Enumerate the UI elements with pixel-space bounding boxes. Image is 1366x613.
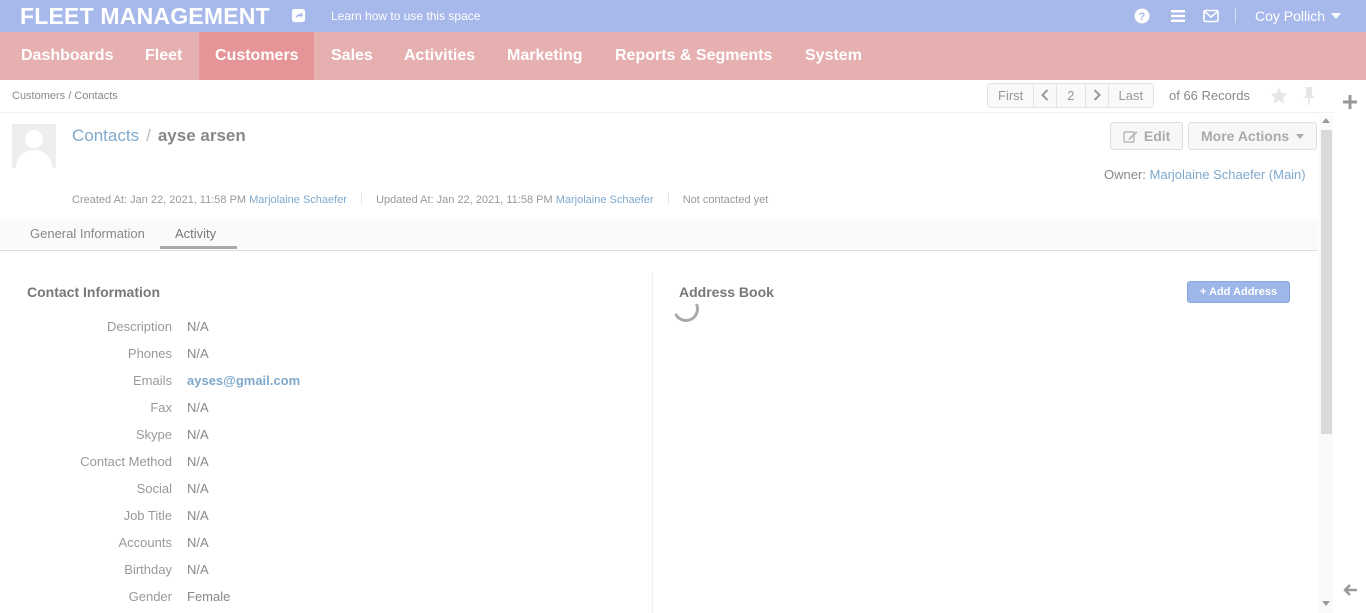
field-value-accounts: N/A: [187, 535, 209, 550]
plus-icon[interactable]: [1342, 94, 1358, 110]
user-silhouette-icon: [12, 124, 56, 168]
svg-text:?: ?: [1139, 11, 1146, 23]
nav-system[interactable]: System: [789, 32, 878, 80]
tab-activity[interactable]: Activity: [175, 226, 216, 241]
field-value-gender: Female: [187, 589, 231, 604]
nav-dashboards[interactable]: Dashboards: [5, 32, 129, 80]
record-meta: Created At: Jan 22, 2021, 11:58 PM Marjo…: [72, 193, 768, 206]
owner-label: Owner:: [1104, 167, 1146, 182]
chevron-right-icon: [1093, 89, 1101, 101]
menu-icon[interactable]: [1170, 8, 1186, 24]
topbar-divider: [1235, 8, 1236, 23]
caret-down-icon: [1296, 134, 1305, 139]
nav-reports-segments[interactable]: Reports & Segments: [599, 32, 788, 80]
more-actions-label: More Actions: [1201, 128, 1290, 144]
meta-divider: [667, 193, 669, 204]
learn-how-link[interactable]: Learn how to use this space: [331, 9, 480, 23]
pager-next-button[interactable]: [1085, 84, 1109, 107]
chevron-left-icon: [1041, 89, 1049, 101]
field-label-birthday: Birthday: [124, 562, 172, 577]
nav-activities[interactable]: Activities: [388, 32, 491, 80]
contact-name: ayse arsen: [157, 126, 246, 145]
owner-unit-link[interactable]: (Main): [1269, 167, 1306, 182]
mail-icon[interactable]: [1203, 8, 1219, 24]
field-label-skype: Skype: [135, 427, 172, 442]
records-count: of 66 Records: [1169, 88, 1250, 103]
breadcrumb-row: Customers / Contacts First 2 Last of 66 …: [0, 80, 1366, 113]
contact-information-title: Contact Information: [27, 284, 160, 300]
breadcrumb: Customers / Contacts: [12, 90, 118, 102]
field-label-gender: Gender: [128, 589, 172, 604]
email-link[interactable]: ayses@gmail.com: [187, 373, 300, 388]
scrollbar-thumb[interactable]: [1321, 130, 1332, 434]
field-label-description: Description: [106, 319, 172, 334]
contacts-link[interactable]: Contacts: [72, 126, 139, 145]
edit-button-label: Edit: [1143, 128, 1171, 144]
nav-customers[interactable]: Customers: [199, 32, 314, 80]
main-nav: Dashboards Fleet Customers Sales Activit…: [0, 32, 1366, 80]
field-value-social: N/A: [187, 481, 209, 496]
owner-info: Owner: Marjolaine Schaefer (Main): [1104, 167, 1306, 182]
scroll-up-icon[interactable]: [1322, 118, 1330, 123]
field-value-birthday: N/A: [187, 562, 209, 577]
meta-divider: [361, 193, 363, 204]
record-pager: First 2 Last: [987, 83, 1155, 108]
field-label-social: Social: [136, 481, 172, 496]
field-label-fax: Fax: [150, 400, 172, 415]
field-value-skype: N/A: [187, 427, 209, 442]
more-actions-button[interactable]: More Actions: [1188, 122, 1318, 150]
pager-last-button[interactable]: Last: [1108, 84, 1154, 107]
user-menu[interactable]: Coy Pollich: [1255, 8, 1325, 24]
top-bar: FLEET MANAGEMENT Learn how to use this s…: [0, 0, 1366, 32]
active-tab-indicator: [160, 246, 237, 249]
field-label-job-title: Job Title: [123, 508, 172, 523]
contacted-status: Not contacted yet: [682, 194, 769, 206]
created-at: Created At: Jan 22, 2021, 11:58 PM: [72, 194, 247, 206]
nav-sales[interactable]: Sales: [315, 32, 389, 80]
field-label-emails: Emails: [132, 373, 172, 388]
right-rail: [1334, 80, 1366, 613]
field-value-phones: N/A: [187, 346, 209, 361]
field-label-phones: Phones: [127, 346, 172, 361]
help-icon[interactable]: ?: [1134, 8, 1150, 24]
edit-icon: [1123, 131, 1138, 143]
star-icon[interactable]: [1269, 86, 1289, 106]
pager-prev-button[interactable]: [1034, 84, 1058, 107]
share-icon[interactable]: [291, 8, 306, 23]
add-address-button[interactable]: + Add Address: [1187, 281, 1290, 303]
scroll-down-icon[interactable]: [1322, 601, 1330, 606]
arrow-left-icon[interactable]: [1342, 582, 1358, 598]
app-brand[interactable]: FLEET MANAGEMENT: [20, 3, 270, 30]
field-value-description: N/A: [187, 319, 209, 334]
column-divider: [652, 272, 653, 613]
page-title: Contacts / ayse arsen: [72, 126, 246, 146]
owner-link[interactable]: Marjolaine Schaefer: [1150, 167, 1266, 182]
avatar: [12, 124, 56, 168]
updated-at: Updated At: Jan 22, 2021, 11:58 PM: [376, 194, 553, 206]
field-label-accounts: Accounts: [118, 535, 172, 550]
nav-fleet[interactable]: Fleet: [129, 32, 198, 80]
caret-down-icon[interactable]: [1331, 13, 1341, 19]
field-value-job-title: N/A: [187, 508, 209, 523]
pager-current-page[interactable]: 2: [1057, 84, 1086, 107]
updated-by-link[interactable]: Marjolaine Schaefer: [556, 194, 654, 206]
pager-first-button[interactable]: First: [988, 84, 1035, 107]
field-value-fax: N/A: [187, 400, 209, 415]
title-separator: /: [146, 126, 151, 145]
field-value-contact-method: N/A: [187, 454, 209, 469]
edit-button[interactable]: Edit: [1110, 122, 1184, 150]
pin-icon[interactable]: [1300, 86, 1318, 106]
field-label-contact-method: Contact Method: [80, 454, 172, 469]
created-by-link[interactable]: Marjolaine Schaefer: [249, 194, 347, 206]
tab-general-information[interactable]: General Information: [30, 226, 145, 241]
nav-marketing[interactable]: Marketing: [491, 32, 599, 80]
